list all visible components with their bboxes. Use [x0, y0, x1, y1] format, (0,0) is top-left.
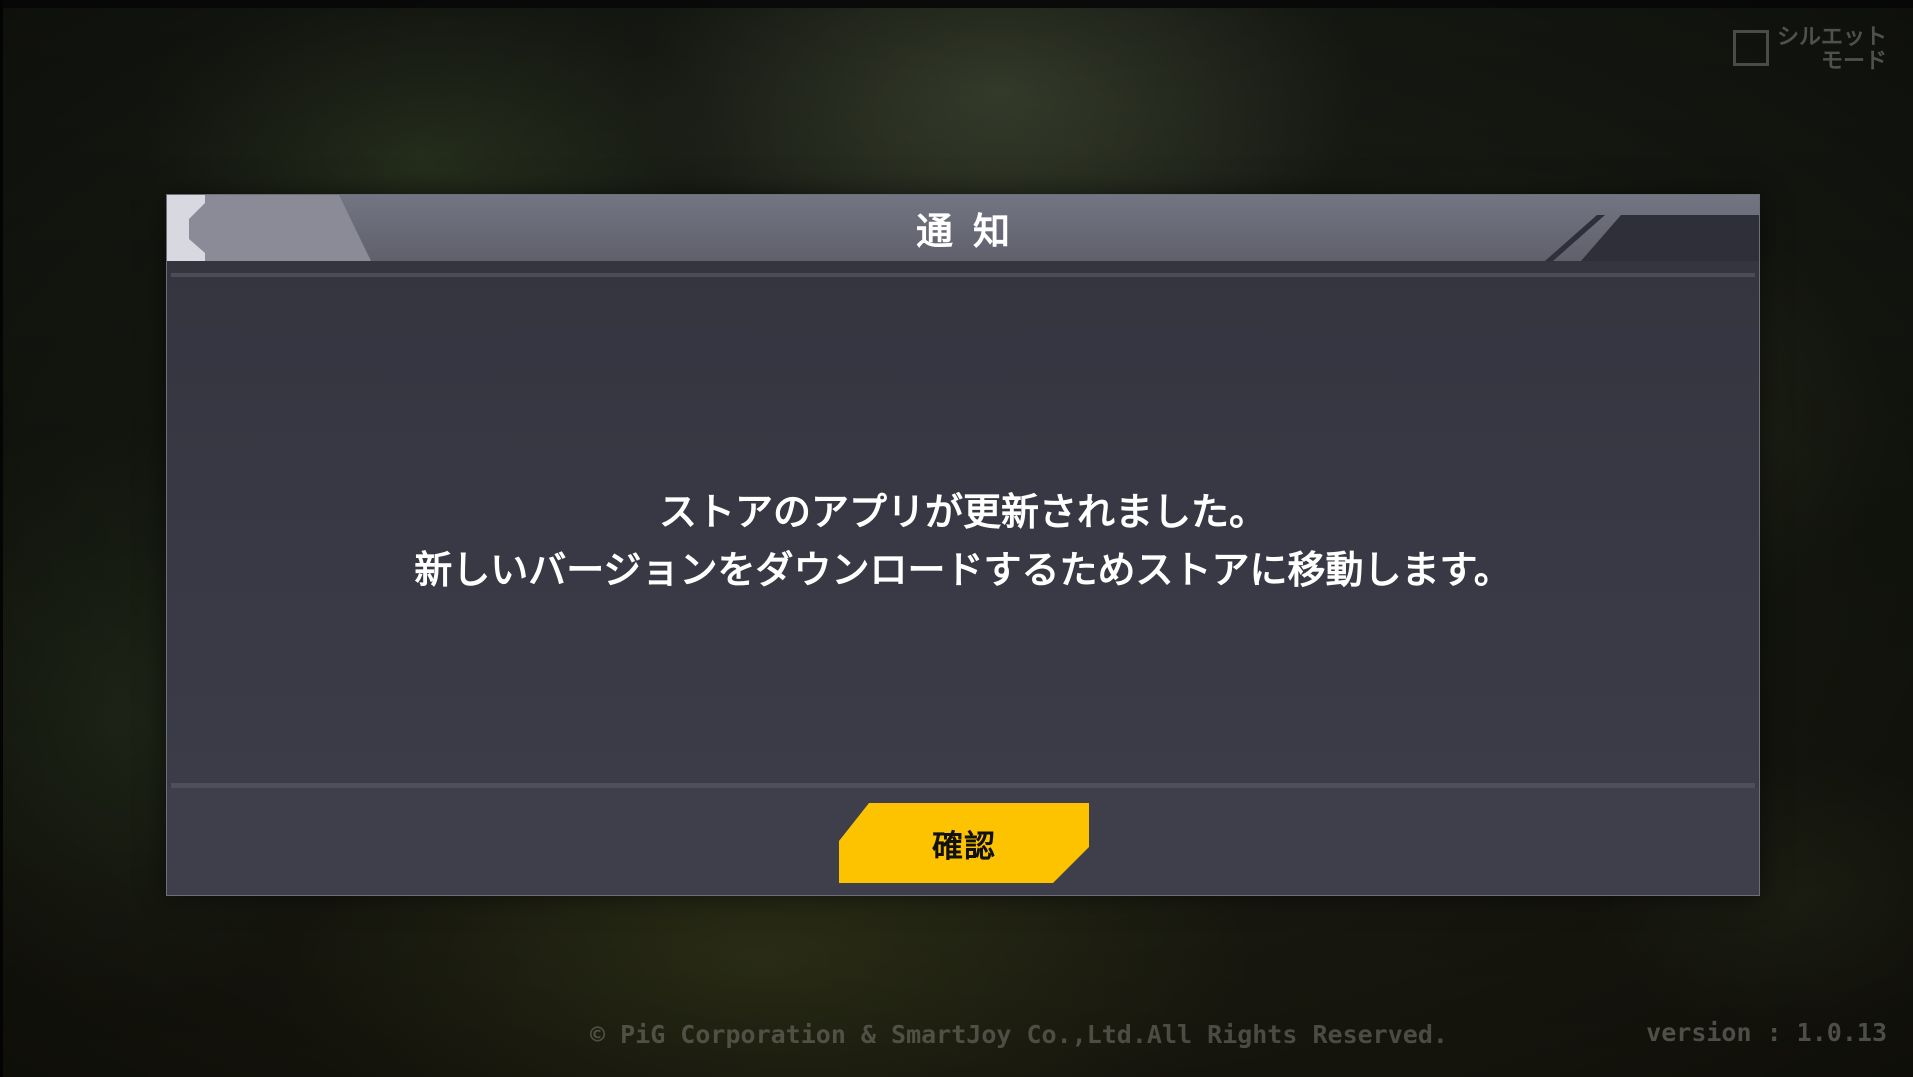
silhouette-label: シルエット モード	[1776, 25, 1887, 74]
left-edge	[0, 0, 3, 1077]
game-screen: シルエット モード 通知 ストアのアプリが更新されました。 新しいバージョンをダ…	[0, 0, 1913, 1077]
version-text: version : 1.0.13	[1646, 1018, 1887, 1047]
confirm-button[interactable]: 確認	[839, 803, 1089, 883]
silhouette-mode-toggle[interactable]: シルエット モード	[1732, 25, 1887, 74]
message-line-2: 新しいバージョンをダウンロードするためストアに移動します。	[414, 548, 1512, 592]
confirm-button-label: 確認	[932, 828, 996, 865]
notice-dialog: 通知 ストアのアプリが更新されました。 新しいバージョンをダウンロードするためス…	[166, 194, 1760, 896]
dialog-message: ストアのアプリが更新されました。 新しいバージョンをダウンロードするためストアに…	[167, 483, 1759, 599]
silhouette-checkbox[interactable]	[1732, 30, 1769, 66]
message-line-1: ストアのアプリが更新されました。	[658, 490, 1267, 534]
dialog-title: 通知	[916, 210, 1030, 253]
header-divider	[171, 273, 1755, 277]
copyright-text: © PiG Corporation & SmartJoy Co.,Ltd.All…	[590, 1020, 1448, 1049]
dialog-header: 通知	[167, 195, 1759, 261]
top-edge	[0, 0, 1913, 8]
